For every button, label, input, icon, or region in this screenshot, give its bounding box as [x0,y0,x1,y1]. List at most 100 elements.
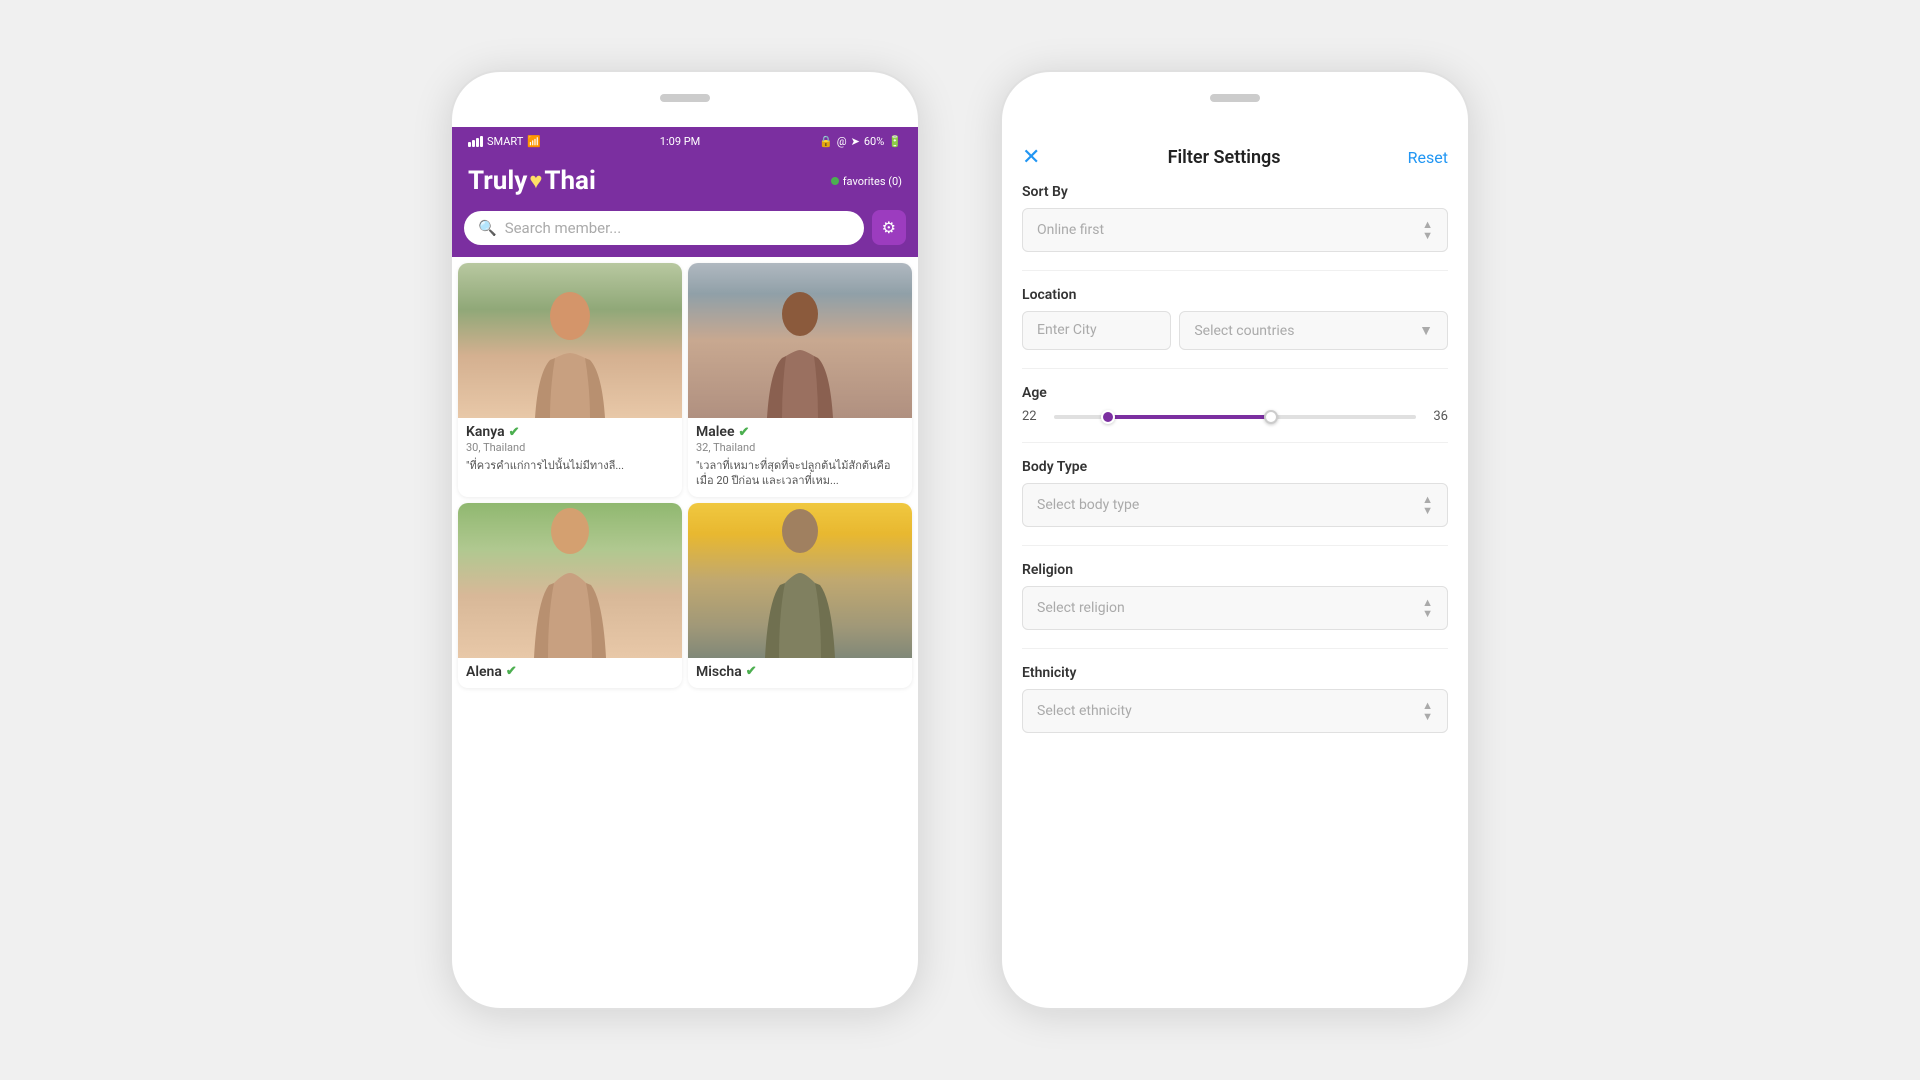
body-type-section: Body Type Select body type ▲▼ [1002,459,1468,545]
sort-by-arrows: ▲▼ [1422,219,1433,241]
member-card-kanya[interactable]: Kanya ✔ 30, Thailand "ที่ควรคำแก่การไปนั… [458,263,682,497]
filter-icon: ⚙ [882,218,896,237]
member-name-kanya: Kanya [466,424,505,440]
member-card-mischa[interactable]: Mischa ✔ [688,503,912,688]
member-card-alena[interactable]: Alena ✔ [458,503,682,688]
member-quote-kanya: "ที่ควรคำแก่การไปนั้นไม่มีทางลี... [466,458,674,473]
member-photo-kanya [458,263,682,418]
filter-container: ✕ Filter Settings Reset Sort By Online f… [1002,72,1468,1008]
speaker-right [1210,94,1260,102]
filter-close-button[interactable]: ✕ [1022,145,1040,170]
body-type-select[interactable]: Select body type ▲▼ [1022,483,1448,527]
speaker-left [660,94,710,102]
member-photo-malee [688,263,912,418]
location-label: Location [1022,287,1448,303]
country-dropdown-icon: ▼ [1419,322,1433,339]
member-photo-mischa [688,503,912,658]
app-header: Truly ♥ Thai favorites (0) [452,156,918,210]
app-logo: Truly ♥ Thai [468,166,596,196]
member-info-mischa: Mischa ✔ [688,658,912,688]
ethnicity-placeholder: Select ethnicity [1037,703,1132,719]
favorites-badge[interactable]: favorites (0) [831,175,902,188]
religion-arrows: ▲▼ [1422,597,1433,619]
member-grid: Kanya ✔ 30, Thailand "ที่ควรคำแก่การไปนั… [452,257,918,694]
lock-icon: 🔒 [819,135,833,148]
nav-icon: ➤ [851,135,860,148]
member-card-malee[interactable]: Malee ✔ 32, Thailand "เวลาที่เหมาะที่สุด… [688,263,912,497]
city-placeholder: Enter City [1037,322,1097,338]
ethnicity-select[interactable]: Select ethnicity ▲▼ [1022,689,1448,733]
filter-reset-button[interactable]: Reset [1408,148,1448,167]
member-name-alena: Alena [466,664,502,680]
religion-placeholder: Select religion [1037,600,1125,616]
battery-icon: 🔋 [888,135,902,148]
status-right: 🔒 @ ➤ 60% 🔋 [819,135,902,148]
member-name-row-mischa: Mischa ✔ [696,664,904,680]
wifi-icon: 📶 [527,135,541,148]
carrier-name: SMART [487,135,523,148]
logo-text-truly: Truly [468,166,527,196]
sort-by-section: Sort By Online first ▲▼ [1002,184,1468,270]
filter-button[interactable]: ⚙ [872,210,906,245]
country-select[interactable]: Select countries ▼ [1179,311,1448,350]
search-icon: 🔍 [478,219,497,237]
sort-by-value: Online first [1037,222,1104,238]
religion-select[interactable]: Select religion ▲▼ [1022,586,1448,630]
ethnicity-arrows: ▲▼ [1422,700,1433,722]
age-slider-thumb-left[interactable] [1101,410,1115,424]
member-name-row-alena: Alena ✔ [466,664,674,680]
age-min-value: 22 [1022,409,1046,424]
logo-text-thai: Thai [544,166,595,196]
verified-icon-kanya: ✔ [509,425,520,440]
at-icon: @ [837,135,847,148]
member-info-malee: Malee ✔ 32, Thailand "เวลาที่เหมาะที่สุด… [688,418,912,497]
clock-time: 1:09 PM [660,135,700,148]
favorites-label: favorites (0) [843,175,902,188]
search-input-box[interactable]: 🔍 Search member... [464,211,864,245]
religion-section: Religion Select religion ▲▼ [1002,562,1468,648]
malee-silhouette [760,288,840,418]
age-slider-thumb-right[interactable] [1264,410,1278,424]
member-name-row-malee: Malee ✔ [696,424,904,440]
kanya-silhouette [530,288,610,418]
age-slider-track[interactable] [1054,415,1416,419]
body-type-placeholder: Select body type [1037,497,1139,513]
member-info-alena: Alena ✔ [458,658,682,688]
location-row: Enter City Select countries ▼ [1022,311,1448,350]
logo-heart-icon: ♥ [529,168,542,194]
sort-by-label: Sort By [1022,184,1448,200]
age-label: Age [1022,385,1448,401]
verified-icon-alena: ✔ [506,664,517,679]
divider-4 [1022,545,1448,546]
ethnicity-label: Ethnicity [1022,665,1448,681]
member-name-malee: Malee [696,424,734,440]
member-info-kanya: Kanya ✔ 30, Thailand "ที่ควรคำแก่การไปนั… [458,418,682,481]
verified-icon-malee: ✔ [738,425,749,440]
status-bar-left: SMART 📶 1:09 PM 🔒 @ ➤ 60% 🔋 [452,127,918,156]
divider-1 [1022,270,1448,271]
age-row: 22 36 [1022,409,1448,424]
body-type-label: Body Type [1022,459,1448,475]
city-input[interactable]: Enter City [1022,311,1171,350]
ethnicity-section: Ethnicity Select ethnicity ▲▼ [1002,665,1468,751]
member-quote-malee: "เวลาที่เหมาะที่สุดที่จะปลูกต้นไม้สักต้น… [696,458,904,489]
country-placeholder: Select countries [1194,323,1294,339]
signal-bars [468,136,483,147]
search-bar-wrap: 🔍 Search member... ⚙ [452,210,918,257]
member-name-mischa: Mischa [696,664,742,680]
alena-silhouette [530,503,610,658]
divider-5 [1022,648,1448,649]
filter-topbar: ✕ Filter Settings Reset [1002,127,1468,184]
location-section: Location Enter City Select countries ▼ [1002,287,1468,368]
age-slider-fill [1108,415,1271,419]
verified-icon-mischa: ✔ [746,664,757,679]
age-section: Age 22 36 [1002,385,1468,442]
left-phone: SMART 📶 1:09 PM 🔒 @ ➤ 60% 🔋 Truly ♥ Thai… [450,70,920,1010]
member-location-malee: 32, Thailand [696,441,904,454]
battery-level: 60% [864,135,884,148]
sort-by-select[interactable]: Online first ▲▼ [1022,208,1448,252]
divider-2 [1022,368,1448,369]
status-left: SMART 📶 [468,135,541,148]
search-input[interactable]: Search member... [505,219,621,237]
religion-label: Religion [1022,562,1448,578]
